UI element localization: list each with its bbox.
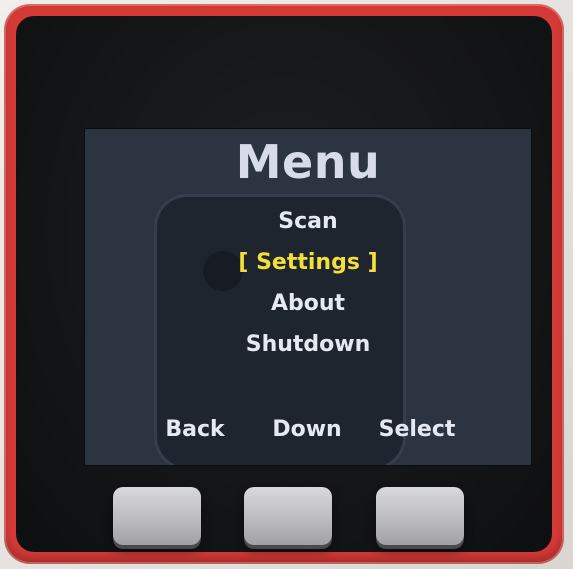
menu-item-settings[interactable]: [ Settings ] (85, 242, 531, 283)
soft-key-down-label: Down (272, 417, 342, 442)
device-case: Menu Scan [ Settings ] About Shutdown Ba… (4, 4, 564, 564)
down-button[interactable] (244, 487, 332, 545)
menu-item-shutdown[interactable]: Shutdown (85, 324, 531, 365)
select-button[interactable] (376, 487, 464, 545)
menu-item-about[interactable]: About (85, 283, 531, 324)
soft-key-bar: Back Down Select (85, 417, 531, 453)
menu-title: Menu (235, 135, 381, 189)
device-face: Menu Scan [ Settings ] About Shutdown Ba… (16, 16, 552, 552)
menu-list: Scan [ Settings ] About Shutdown (85, 201, 531, 365)
menu-item-scan[interactable]: Scan (85, 201, 531, 242)
soft-key-select-label: Select (378, 417, 456, 442)
photo-background: Menu Scan [ Settings ] About Shutdown Ba… (0, 0, 573, 569)
lcd-screen: Menu Scan [ Settings ] About Shutdown Ba… (84, 128, 532, 466)
soft-key-back-label: Back (165, 417, 225, 442)
back-button[interactable] (113, 487, 201, 545)
